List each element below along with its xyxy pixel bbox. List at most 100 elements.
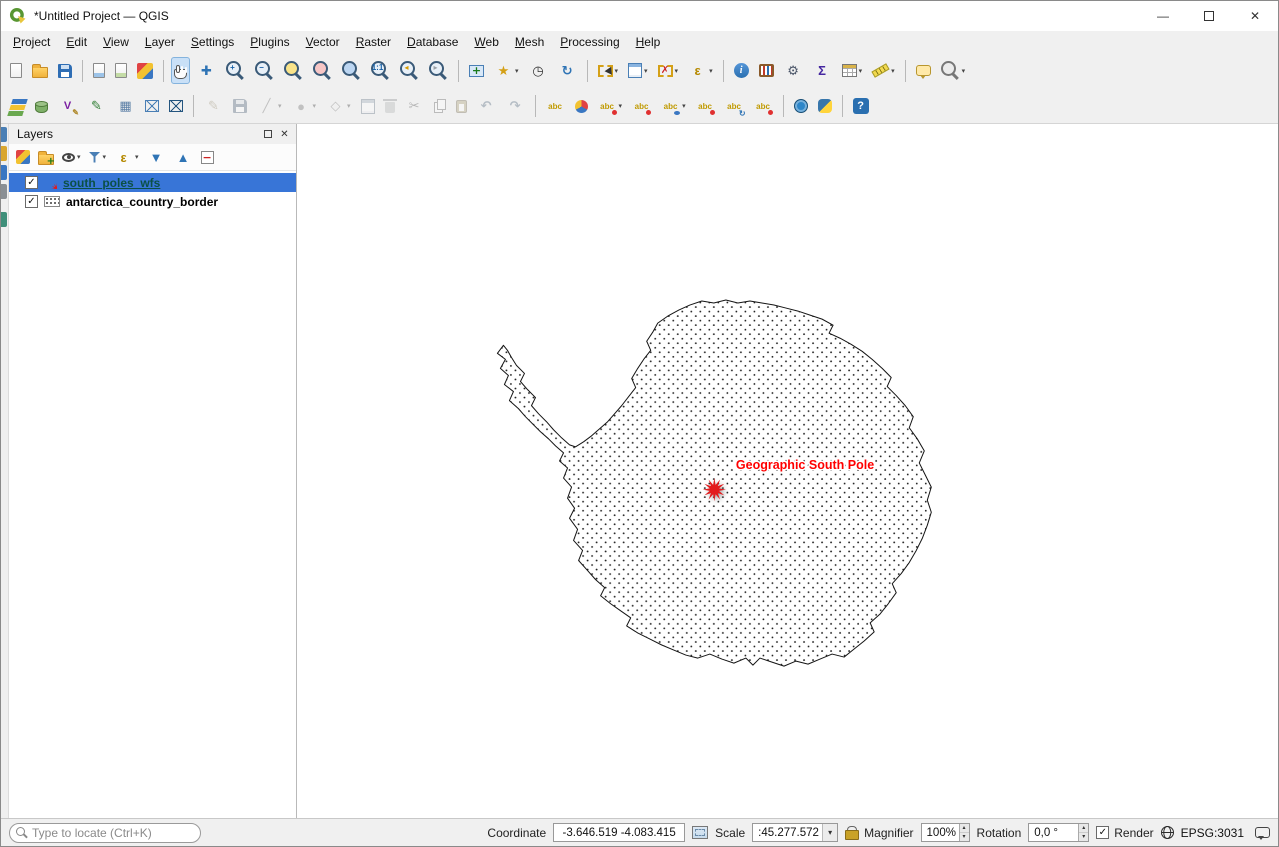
select-by-expression-dropdown-icon[interactable]: ▾ (709, 67, 713, 75)
paste-features-button[interactable] (453, 93, 470, 120)
deselect-features-button[interactable]: ✗▾ (655, 57, 682, 84)
remove-layer-button[interactable]: − (198, 146, 217, 169)
new-print-layout-button[interactable] (90, 57, 108, 84)
move-label-button[interactable]: abc (693, 93, 718, 120)
pin-unpin-labels-dropdown-icon[interactable]: ▾ (619, 102, 623, 110)
statistical-summary-button[interactable] (756, 57, 777, 84)
maximize-button[interactable] (1186, 1, 1232, 31)
new-geopackage-layer-button[interactable] (32, 93, 51, 120)
toggle-editing-button[interactable]: ✎ (201, 93, 226, 120)
redo-button[interactable]: ↷ (503, 93, 528, 120)
zoom-native-button[interactable]: 1:1 (368, 57, 393, 84)
magnifier-spinbox[interactable]: 100% ▴▾ (921, 823, 970, 842)
refresh-map-button[interactable]: ↻ (555, 57, 580, 84)
new-project-button[interactable] (7, 57, 25, 84)
locator-input[interactable] (32, 826, 194, 840)
highlight-pinned-labels-button[interactable]: abc (629, 93, 654, 120)
rotate-label-button[interactable]: abc (722, 93, 747, 120)
menu-help[interactable]: Help (628, 33, 669, 51)
vertex-tool-button[interactable]: ◇▾ (323, 93, 354, 120)
layer-diagram-options-button[interactable] (572, 93, 591, 120)
new-virtual-layer-button[interactable] (142, 93, 162, 120)
zoom-last-button[interactable]: ◂ (397, 57, 422, 84)
filter-by-expression-button[interactable]: ε▾ (111, 146, 142, 169)
select-features-button[interactable]: ▾ (595, 57, 622, 84)
show-hide-labels-button[interactable]: abc▾ (658, 93, 689, 120)
dock-tab-sliver[interactable] (1, 212, 7, 227)
digitize-with-segment-button[interactable]: ╱▾ (254, 93, 285, 120)
delete-selected-button[interactable] (382, 93, 398, 120)
zoom-in-button[interactable]: + (223, 57, 248, 84)
open-layer-styling-button[interactable] (13, 146, 33, 169)
add-point-feature-button[interactable]: ●▾ (289, 93, 320, 120)
new-spatialite-layer-button[interactable]: ✎ (84, 93, 109, 120)
spin-down-icon[interactable]: ▾ (1079, 833, 1088, 841)
pan-to-selection-button[interactable]: ✚ (194, 57, 219, 84)
save-layer-edits-button[interactable] (230, 93, 250, 120)
render-toggle[interactable]: Render (1096, 826, 1153, 840)
measure-button[interactable]: ▾ (869, 57, 898, 84)
manage-map-themes-button[interactable]: ▾ (59, 146, 84, 169)
show-bookmarks-button[interactable]: ★▾ (491, 57, 522, 84)
show-layout-manager-button[interactable] (112, 57, 130, 84)
processing-toolbox-button[interactable]: ⚙ (781, 57, 806, 84)
menu-database[interactable]: Database (399, 33, 466, 51)
zoom-next-button[interactable]: ▸ (426, 57, 451, 84)
save-project-button[interactable] (55, 57, 75, 84)
render-checkbox[interactable] (1096, 826, 1109, 839)
messages-log-icon[interactable] (1255, 827, 1270, 838)
menu-mesh[interactable]: Mesh (507, 33, 552, 51)
crs-value[interactable]: EPSG:3031 (1181, 826, 1244, 840)
menu-vector[interactable]: Vector (298, 33, 348, 51)
style-manager-button[interactable] (134, 57, 156, 84)
panel-float-button[interactable] (260, 127, 275, 142)
temporal-controller-button[interactable]: ◷ (526, 57, 551, 84)
menu-web[interactable]: Web (466, 33, 506, 51)
modify-attributes-button[interactable] (358, 93, 378, 120)
spin-down-icon[interactable]: ▾ (960, 833, 969, 841)
scale-combo[interactable]: :45.277.572 ▾ (752, 823, 838, 842)
new-map-view-button[interactable]: + (466, 57, 487, 84)
new-temporary-scratch-layer-button[interactable]: ▦ (113, 93, 138, 120)
dock-tab-sliver[interactable] (1, 165, 7, 180)
attribute-table-dropdown-icon[interactable]: ▾ (859, 67, 863, 75)
measure-dropdown-icon[interactable]: ▾ (891, 67, 895, 75)
spin-up-icon[interactable]: ▴ (1079, 824, 1088, 833)
layer-visibility-checkbox[interactable] (25, 176, 38, 189)
collapse-all-button[interactable]: ▲ (171, 146, 196, 169)
select-by-value-dropdown-icon[interactable]: ▾ (644, 67, 648, 75)
menu-project[interactable]: Project (5, 33, 58, 51)
attribute-table-button[interactable]: ▾ (839, 57, 866, 84)
map-tips-button[interactable] (913, 57, 934, 84)
dock-tab-sliver[interactable] (1, 146, 7, 161)
zoom-full-button[interactable] (281, 57, 306, 84)
pin-unpin-labels-button[interactable]: abc▾ (595, 93, 626, 120)
data-source-manager-button[interactable] (7, 93, 28, 120)
spinner-arrows[interactable]: ▴▾ (959, 824, 969, 841)
vertex-tool-dropdown-icon[interactable]: ▾ (347, 102, 351, 110)
rotation-spinbox[interactable]: 0,0 ° ▴▾ (1028, 823, 1089, 842)
dock-tab-sliver[interactable] (1, 127, 7, 142)
menu-processing[interactable]: Processing (552, 33, 627, 51)
metasearch-button[interactable] (791, 93, 811, 120)
new-shapefile-layer-button[interactable]: V (55, 93, 80, 120)
minimize-button[interactable]: — (1140, 1, 1186, 31)
manage-map-themes-dropdown-icon[interactable]: ▾ (77, 153, 81, 161)
add-point-feature-dropdown-icon[interactable]: ▾ (313, 102, 317, 110)
zoom-out-button[interactable]: − (252, 57, 277, 84)
new-mesh-layer-button[interactable] (166, 93, 186, 120)
open-project-button[interactable] (29, 57, 51, 84)
undo-button[interactable]: ↶ (474, 93, 499, 120)
filter-legend-dropdown-icon[interactable]: ▾ (103, 153, 107, 161)
layer-row-antarctica-country-border[interactable]: antarctica_country_border (9, 192, 296, 211)
menu-layer[interactable]: Layer (137, 33, 183, 51)
extents-toggle-icon[interactable] (692, 826, 708, 839)
cut-features-button[interactable]: ✂ (402, 93, 427, 120)
search-toolbar-dropdown-icon[interactable]: ▾ (962, 67, 966, 75)
add-group-button[interactable] (35, 146, 57, 169)
select-by-value-button[interactable]: ▾ (625, 57, 651, 84)
menu-raster[interactable]: Raster (348, 33, 399, 51)
layer-visibility-checkbox[interactable] (25, 195, 38, 208)
zoom-to-selection-button[interactable] (310, 57, 335, 84)
search-toolbar-button[interactable]: ▾ (938, 57, 969, 84)
